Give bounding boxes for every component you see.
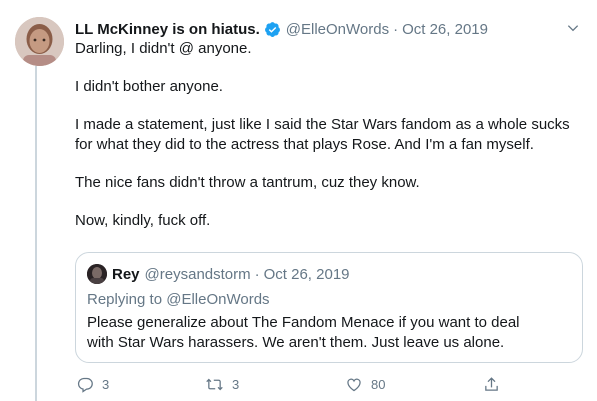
replying-to-line: Replying to @ElleOnWords [87,291,270,308]
quoted-author-avatar [87,264,107,284]
like-button[interactable]: 80 [345,376,385,393]
share-button[interactable] [483,376,500,393]
tweet-paragraph: The nice fans didn't throw a tantrum, cu… [75,174,420,191]
tweet-body: Darling, I didn't @ anyone. I didn't bot… [75,39,587,231]
author-handle[interactable]: @ElleOnWords [286,21,389,38]
separator-dot: · [393,20,399,38]
quoted-separator-dot: · [254,265,260,283]
quoted-author-handle: @reysandstorm [144,265,251,283]
like-icon [345,376,363,393]
tweet-paragraph: I didn't bother anyone. [75,78,223,95]
author-display-name[interactable]: LL McKinney is on hiatus. [75,21,260,38]
quoted-author-display-name: Rey [112,265,140,283]
verified-badge-icon [264,21,281,38]
retweet-count: 3 [232,377,240,392]
tweet-paragraph: I made a statement, just like I said the… [75,116,570,153]
reply-icon [77,376,94,393]
quoted-tweet-card[interactable]: Rey @reysandstorm · Oct 26, 2019 Replyin… [75,252,583,363]
tweet-actions: 3 3 80 [75,376,505,398]
quoted-tweet-header: Rey @reysandstorm · Oct 26, 2019 [87,264,350,284]
quoted-tweet-text: Please generalize about The Fandom Menac… [87,314,520,351]
thread-connector-line [35,66,37,401]
retweet-button[interactable]: 3 [205,376,239,393]
tweet-paragraph: Now, kindly, fuck off. [75,212,211,229]
reply-button[interactable]: 3 [77,376,109,393]
replying-to-mention: @ElleOnWords [166,291,270,308]
retweet-icon [205,376,224,393]
share-icon [483,376,500,393]
like-count: 80 [371,377,386,392]
quoted-tweet-date: Oct 26, 2019 [263,265,350,283]
tweet-paragraph: Darling, I didn't @ anyone. [75,40,252,57]
replying-to-prefix: Replying to [87,291,163,308]
tweet-date[interactable]: Oct 26, 2019 [402,21,488,38]
reply-count: 3 [102,377,110,392]
author-avatar[interactable] [15,17,64,66]
chevron-down-icon[interactable] [566,21,580,35]
tweet-header: LL McKinney is on hiatus. @ElleOnWords ·… [75,18,488,40]
